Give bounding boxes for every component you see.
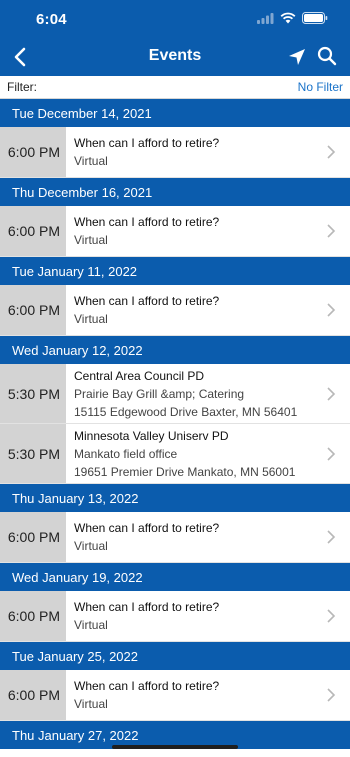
signal-icon	[257, 12, 274, 24]
filter-value-link[interactable]: No Filter	[298, 80, 343, 94]
event-title: When can I afford to retire?	[74, 136, 220, 150]
event-location: Virtual	[74, 233, 108, 247]
chevron-right-icon	[327, 609, 336, 623]
event-title: When can I afford to retire?	[74, 600, 220, 614]
home-indicator	[112, 745, 238, 749]
event-row[interactable]: 6:00 PM When can I afford to retire? Virtu…	[0, 670, 350, 721]
chevron-right-icon	[327, 303, 336, 317]
event-info: When can I afford to retire? Virtual	[66, 285, 350, 335]
event-address: 15115 Edgewood Drive Baxter, MN 56401	[74, 404, 298, 419]
event-title: When can I afford to retire?	[74, 294, 220, 308]
filter-label: Filter:	[7, 80, 37, 94]
location-arrow-icon[interactable]	[286, 46, 308, 68]
event-location: Mankato field office	[74, 446, 178, 461]
event-title: Minnesota Valley Uniserv PD	[74, 428, 229, 443]
status-bar: 6:04	[0, 0, 350, 38]
event-info: When can I afford to retire? Virtual	[66, 591, 350, 641]
event-time: 6:00 PM	[0, 206, 66, 256]
event-list: Tue December 14, 2021 6:00 PM When can I a…	[0, 99, 350, 749]
event-time: 5:30 PM	[0, 424, 66, 483]
event-time: 6:00 PM	[0, 127, 66, 177]
chevron-right-icon	[327, 688, 336, 702]
event-title: When can I afford to retire?	[74, 521, 220, 535]
event-info: When can I afford to retire? Virtual	[66, 670, 350, 720]
event-row[interactable]: 5:30 PM Minnesota Valley Uniserv PD Mankat…	[0, 424, 350, 484]
event-info: Minnesota Valley Uniserv PD Mankato field…	[66, 424, 350, 483]
day-header: Tue December 14, 2021	[0, 99, 350, 127]
nav-bar: Events	[0, 38, 350, 76]
day-header: Thu December 16, 2021	[0, 178, 350, 206]
event-location: Virtual	[74, 154, 108, 168]
chevron-right-icon	[327, 224, 336, 238]
event-location: Virtual	[74, 539, 108, 553]
event-location: Virtual	[74, 618, 108, 632]
event-location: Virtual	[74, 697, 108, 711]
event-info: Central Area Council PD Prairie Bay Grill…	[66, 364, 350, 423]
event-time: 6:00 PM	[0, 512, 66, 562]
wifi-icon	[280, 12, 296, 24]
event-row[interactable]: 6:00 PM When can I afford to retire? Virtu…	[0, 285, 350, 336]
event-title: When can I afford to retire?	[74, 215, 220, 229]
event-time: 6:00 PM	[0, 670, 66, 720]
filter-bar[interactable]: Filter: No Filter	[0, 76, 350, 99]
event-row[interactable]: 6:00 PM When can I afford to retire? Virtu…	[0, 206, 350, 257]
event-row[interactable]: 5:30 PM Central Area Council PD Prairie Ba…	[0, 364, 350, 424]
chevron-right-icon	[327, 386, 336, 401]
event-info: When can I afford to retire? Virtual	[66, 512, 350, 562]
chevron-right-icon	[327, 145, 336, 159]
event-address: 19651 Premier Drive Mankato, MN 56001	[74, 464, 296, 479]
event-info: When can I afford to retire? Virtual	[66, 127, 350, 177]
chevron-right-icon	[327, 446, 336, 461]
search-icon[interactable]	[316, 45, 338, 67]
event-title: Central Area Council PD	[74, 368, 205, 383]
status-icons	[257, 12, 328, 24]
battery-icon	[302, 12, 328, 24]
event-title: When can I afford to retire?	[74, 679, 220, 693]
event-time: 6:00 PM	[0, 591, 66, 641]
event-row[interactable]: 6:00 PM When can I afford to retire? Virtu…	[0, 127, 350, 178]
day-header: Wed January 12, 2022	[0, 336, 350, 364]
day-header: Tue January 25, 2022	[0, 642, 350, 670]
event-location: Virtual	[74, 312, 108, 326]
event-info: When can I afford to retire? Virtual	[66, 206, 350, 256]
event-time: 5:30 PM	[0, 364, 66, 423]
day-header: Thu January 13, 2022	[0, 484, 350, 512]
event-location: Prairie Bay Grill &amp; Catering	[74, 386, 245, 401]
event-row[interactable]: 6:00 PM When can I afford to retire? Virtu…	[0, 591, 350, 642]
event-time: 6:00 PM	[0, 285, 66, 335]
status-time: 6:04	[36, 11, 67, 28]
day-header: Wed January 19, 2022	[0, 563, 350, 591]
event-row[interactable]: 6:00 PM When can I afford to retire? Virtu…	[0, 512, 350, 563]
chevron-right-icon	[327, 530, 336, 544]
day-header: Tue January 11, 2022	[0, 257, 350, 285]
